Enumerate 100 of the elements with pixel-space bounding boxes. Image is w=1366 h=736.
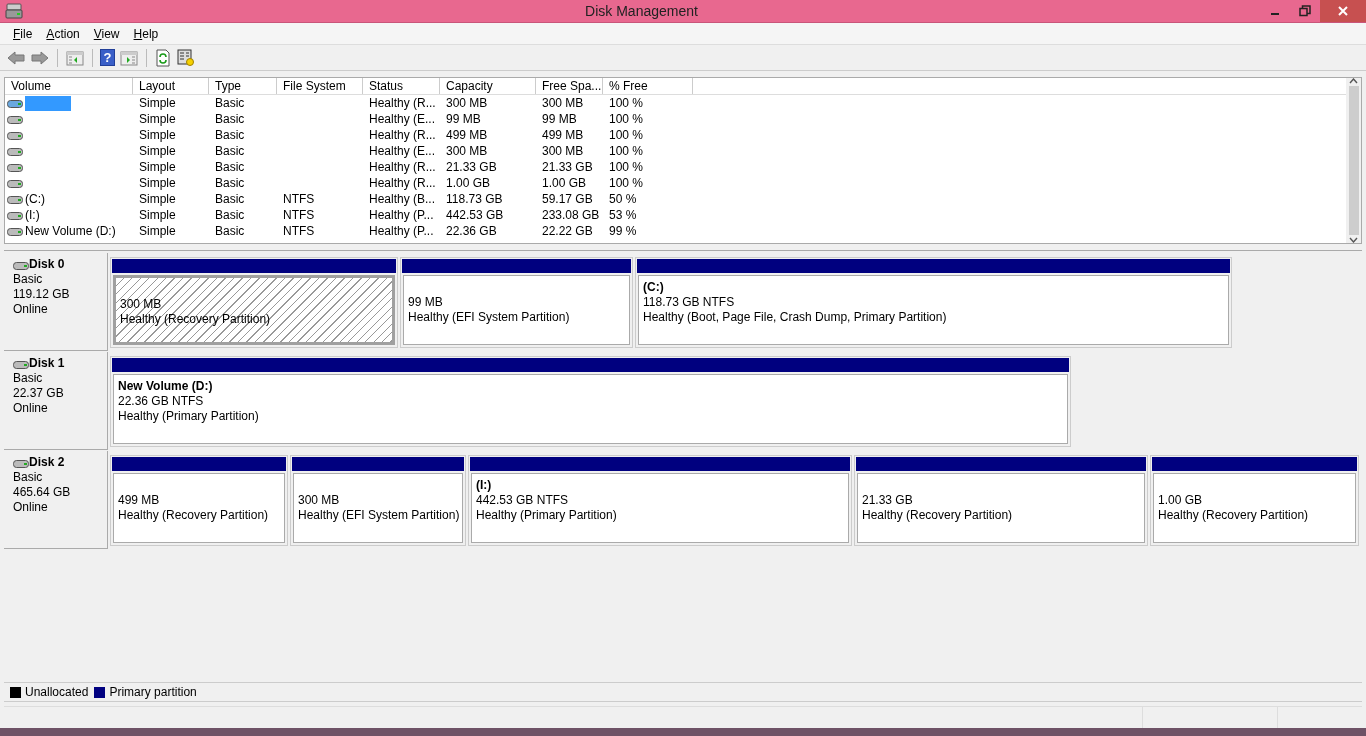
partition-size: 499 MB [118, 493, 161, 508]
disk-status: Online [13, 401, 49, 416]
table-cell: NTFS [283, 191, 315, 206]
window-title: Disk Management [584, 1, 699, 21]
disk-type: Basic [13, 371, 44, 386]
restore-icon [1299, 5, 1311, 17]
legend-label: Unallocated [25, 684, 89, 701]
drive-icon [7, 178, 23, 188]
scroll-up-icon[interactable] [1349, 78, 1358, 84]
partition-status: Healthy (Recovery Partition) [862, 508, 1014, 523]
partition-block[interactable]: 99 MB Healthy (EFI System Partition) [400, 257, 633, 348]
table-cell: Healthy (R... [369, 175, 436, 190]
disk-name: Disk 1 [29, 356, 65, 371]
partition-block[interactable]: 21.33 GB Healthy (Recovery Partition) [854, 455, 1148, 546]
table-cell: Healthy (P... [369, 207, 434, 222]
drive-name[interactable]: New Volume (D:) [25, 222, 116, 240]
table-cell: Basic [215, 143, 245, 158]
partition-block[interactable]: New Volume (D:) 22.36 GB NTFS Healthy (Primary Partition) [110, 356, 1071, 447]
partition-size: 300 MB [298, 493, 341, 508]
table-cell: 22.36 GB [446, 223, 497, 238]
table-cell: Simple [139, 95, 176, 110]
menu-item[interactable]: Help [126, 24, 166, 43]
disk-size: 22.37 GB [13, 386, 65, 401]
menu-item[interactable]: View [86, 24, 127, 43]
table-cell: 59.17 GB [542, 191, 593, 206]
table-cell: 300 MB [446, 143, 488, 158]
table-cell: Simple [139, 111, 176, 126]
properties-button[interactable] [176, 47, 196, 68]
table-cell: NTFS [283, 207, 315, 222]
action-pane-button[interactable] [119, 48, 139, 67]
table-cell: 300 MB [542, 143, 584, 158]
disk-type: Basic [13, 272, 44, 287]
selection-highlight[interactable] [25, 95, 71, 111]
table-cell: 99 MB [446, 111, 481, 126]
table-cell: 99 MB [542, 111, 577, 126]
legend-label: Primary partition [109, 684, 197, 701]
partition-size: 118.73 GB NTFS [643, 295, 736, 310]
disk-status: Online [13, 500, 49, 515]
table-cell: Basic [215, 159, 245, 174]
refresh-button[interactable] [154, 47, 172, 68]
forward-button[interactable] [30, 48, 50, 67]
close-icon [1337, 5, 1349, 17]
table-cell: Basic [215, 127, 245, 142]
console-tree-button[interactable] [65, 48, 85, 67]
properties-icon [177, 48, 195, 67]
vertical-scrollbar[interactable] [1346, 78, 1361, 243]
disk-name: Disk 2 [29, 455, 65, 470]
table-cell: 100 % [609, 111, 644, 126]
drive-icon [7, 194, 23, 204]
partition-status: Healthy (EFI System Partition) [408, 310, 571, 325]
disk-type: Basic [13, 470, 44, 485]
close-button[interactable] [1320, 0, 1366, 22]
back-button[interactable] [6, 48, 26, 67]
partition-size: 1.00 GB [1158, 493, 1204, 508]
disk-management-icon [5, 3, 23, 19]
table-cell: 118.73 GB [446, 191, 503, 206]
pane-left-icon [66, 49, 84, 66]
table-cell: Simple [139, 223, 176, 238]
table-cell: Healthy (P... [369, 223, 434, 238]
partition-block[interactable]: (I:) 442.53 GB NTFS Healthy (Primary Partition) [468, 455, 852, 546]
table-cell: 499 MB [446, 127, 488, 142]
drive-icon [7, 162, 23, 172]
table-cell: Simple [139, 207, 176, 222]
table-cell: 1.00 GB [542, 175, 587, 190]
drive-icon [7, 98, 23, 108]
partition-size: 442.53 GB NTFS [476, 493, 570, 508]
partition-status: Healthy (Recovery Partition) [120, 312, 272, 327]
partition-block[interactable]: (C:) 118.73 GB NTFS Healthy (Boot, Page File, Crash Dump, Primary Partition) [635, 257, 1232, 348]
scroll-down-icon[interactable] [1349, 237, 1358, 243]
forward-arrow-icon [31, 49, 49, 66]
table-cell: Simple [139, 191, 176, 206]
partition-block[interactable]: 499 MB Healthy (Recovery Partition) [110, 455, 288, 546]
drive-icon [7, 114, 23, 124]
table-cell: Basic [215, 111, 245, 126]
partition-status: Healthy (Boot, Page File, Crash Dump, Primary Partition) [643, 310, 948, 325]
drive-name[interactable]: (I:) [25, 206, 40, 224]
table-cell: 21.33 GB [542, 159, 593, 174]
partition-label: (I:) [476, 478, 492, 492]
partition-block[interactable]: 300 MB Healthy (Recovery Partition) [110, 257, 398, 348]
partition-size: 300 MB [120, 297, 163, 312]
table-cell: 99 % [609, 223, 637, 238]
help-button[interactable]: ? [100, 49, 115, 66]
table-cell: 21.33 GB [446, 159, 497, 174]
partition-block[interactable]: 300 MB Healthy (EFI System Partition) [290, 455, 466, 546]
menu-item[interactable]: File [6, 24, 40, 43]
table-cell: 53 % [609, 207, 637, 222]
drive-icon [7, 146, 23, 156]
table-cell: Basic [215, 175, 245, 190]
disk-size: 119.12 GB [13, 287, 71, 302]
drive-name[interactable]: (C:) [25, 190, 45, 208]
partition-block[interactable]: 1.00 GB Healthy (Recovery Partition) [1150, 455, 1359, 546]
pane-right-icon [120, 49, 138, 66]
table-cell: 22.22 GB [542, 223, 593, 238]
table-cell: Simple [139, 143, 176, 158]
drive-icon [13, 358, 29, 369]
partition-size: 22.36 GB NTFS [118, 394, 205, 409]
menu-item[interactable]: Action [39, 24, 87, 43]
table-cell: Healthy (E... [369, 111, 436, 126]
table-cell: 100 % [609, 95, 644, 110]
table-cell: 300 MB [542, 95, 584, 110]
